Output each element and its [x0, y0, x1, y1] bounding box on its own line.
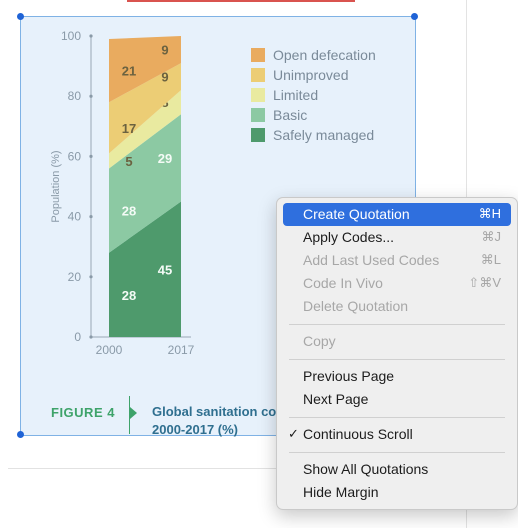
menu-item-continuous-scroll[interactable]: ✓ Continuous Scroll — [283, 423, 511, 446]
y-tick-label: 40 — [68, 210, 82, 224]
menu-item-show-all-quotations[interactable]: Show All Quotations — [283, 458, 511, 481]
data-label: 9 — [161, 43, 168, 58]
menu-item-label: Hide Margin — [303, 484, 379, 500]
data-label: 5 — [125, 154, 132, 169]
data-label: 21 — [122, 64, 136, 79]
legend-label: Limited — [273, 87, 319, 103]
legend-label: Basic — [273, 107, 308, 123]
menu-item-label: Continuous Scroll — [303, 426, 413, 442]
menu-item-shortcut: ⌘J — [481, 229, 502, 244]
y-tick-mark — [89, 335, 93, 339]
y-tick-label: 100 — [61, 29, 81, 43]
context-menu: Create Quotation ⌘H Apply Codes... ⌘J Ad… — [276, 197, 518, 510]
menu-item-hide-margin[interactable]: Hide Margin — [283, 481, 511, 504]
legend-swatch — [251, 48, 265, 62]
menu-item-label: Apply Codes... — [303, 229, 395, 245]
y-tick-mark — [89, 154, 93, 158]
legend-swatch — [251, 68, 265, 82]
menu-separator — [289, 417, 505, 418]
legend-label: Open defecation — [273, 47, 376, 63]
legend-item-unimproved: Unimproved — [251, 65, 376, 85]
figure-number-label: FIGURE 4 — [51, 405, 115, 420]
checkmark-icon: ✓ — [288, 426, 299, 441]
legend-swatch — [251, 128, 265, 142]
y-tick-label: 0 — [74, 330, 81, 344]
legend-label: Safely managed — [273, 127, 375, 143]
arrow-right-icon — [130, 407, 137, 419]
menu-item-label: Previous Page — [303, 368, 395, 384]
legend-item-open-defecation: Open defecation — [251, 45, 376, 65]
data-label: 28 — [122, 288, 136, 303]
menu-item-code-in-vivo[interactable]: Code In Vivo ⇧⌘V — [283, 272, 511, 295]
y-tick-mark — [89, 34, 93, 38]
legend-item-limited: Limited — [251, 85, 376, 105]
menu-item-delete-quotation[interactable]: Delete Quotation — [283, 295, 511, 318]
menu-item-shortcut: ⇧⌘V — [468, 275, 501, 290]
menu-item-label: Next Page — [303, 391, 369, 407]
y-tick-mark — [89, 275, 93, 279]
data-label: 17 — [122, 121, 136, 136]
chart-legend: Open defecation Unimproved Limited Basic… — [251, 45, 376, 145]
y-tick-mark — [89, 94, 93, 98]
menu-item-next-page[interactable]: Next Page — [283, 388, 511, 411]
data-label: 29 — [158, 151, 172, 166]
y-axis-title: Population (%) — [50, 150, 62, 222]
menu-item-apply-codes[interactable]: Apply Codes... ⌘J — [283, 226, 511, 249]
menu-separator — [289, 452, 505, 453]
y-tick-label: 20 — [68, 270, 82, 284]
y-tick-label: 80 — [68, 89, 82, 103]
menu-item-shortcut: ⌘H — [478, 206, 501, 221]
y-tick-label: 60 — [68, 149, 82, 163]
x-tick-label: 2017 — [168, 343, 195, 357]
menu-item-label: Show All Quotations — [303, 461, 429, 477]
menu-item-label: Code In Vivo — [303, 275, 383, 291]
data-label: 28 — [122, 204, 136, 219]
selection-handle-top-right[interactable] — [411, 13, 418, 20]
legend-item-safely-managed: Safely managed — [251, 125, 376, 145]
legend-swatch — [251, 88, 265, 102]
y-tick-mark — [89, 215, 93, 219]
menu-item-label: Copy — [303, 333, 336, 349]
menu-item-add-last-used-codes[interactable]: Add Last Used Codes ⌘L — [283, 249, 511, 272]
menu-item-label: Delete Quotation — [303, 298, 409, 314]
selection-handle-bottom-left[interactable] — [17, 431, 24, 438]
legend-swatch — [251, 108, 265, 122]
menu-item-label: Create Quotation — [303, 206, 410, 222]
top-strip — [0, 0, 518, 14]
menu-item-previous-page[interactable]: Previous Page — [283, 365, 511, 388]
menu-item-copy[interactable]: Copy — [283, 330, 511, 353]
x-tick-label: 2000 — [96, 343, 123, 357]
top-red-underline — [127, 0, 355, 2]
menu-separator — [289, 359, 505, 360]
selection-handle-top-left[interactable] — [17, 13, 24, 20]
menu-item-create-quotation[interactable]: Create Quotation ⌘H — [283, 203, 511, 226]
menu-item-shortcut: ⌘L — [480, 252, 501, 267]
menu-separator — [289, 324, 505, 325]
data-label: 45 — [158, 262, 172, 277]
legend-item-basic: Basic — [251, 105, 376, 125]
legend-label: Unimproved — [273, 67, 349, 83]
menu-item-label: Add Last Used Codes — [303, 252, 440, 268]
